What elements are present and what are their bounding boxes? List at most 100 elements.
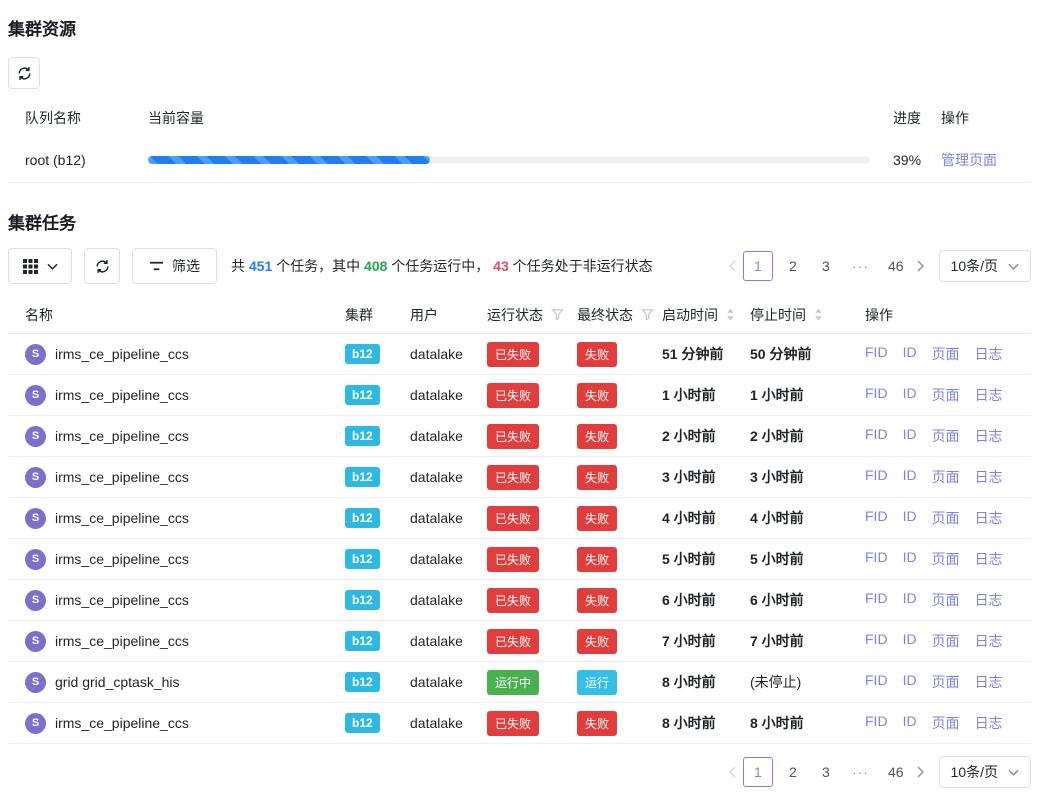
page-link[interactable]: 页面 (932, 672, 960, 692)
progress-bar (148, 156, 870, 164)
capacity-cell (148, 156, 879, 164)
summary-text: 个任务，其中 (272, 258, 364, 274)
next-page-button[interactable] (917, 766, 925, 778)
log-link[interactable]: 日志 (975, 713, 1003, 733)
log-link[interactable]: 日志 (975, 590, 1003, 610)
task-summary: 共 451 个任务，其中 408 个任务运行中， 43 个任务处于非运行状态 (231, 256, 653, 276)
log-link[interactable]: 日志 (975, 385, 1003, 405)
page-2-button[interactable]: 2 (780, 251, 806, 281)
start-time: 5 小时前 (662, 549, 750, 569)
page-size-select[interactable]: 10条/页 (939, 250, 1031, 282)
tasks-table-body: S irms_ce_pipeline_ccs b12 datalake 已失败 … (8, 334, 1031, 744)
page-3-button[interactable]: 3 (813, 251, 839, 281)
header-name: 名称 (8, 305, 345, 325)
page-link[interactable]: 页面 (932, 631, 960, 651)
log-link[interactable]: 日志 (975, 426, 1003, 446)
id-link[interactable]: ID (903, 508, 917, 528)
cluster-tag: b12 (345, 508, 380, 528)
task-name-cell: S irms_ce_pipeline_ccs (8, 426, 345, 447)
fid-link[interactable]: FID (865, 426, 888, 446)
manage-page-link[interactable]: 管理页面 (941, 152, 997, 168)
run-status-badge: 已失败 (487, 424, 539, 449)
id-link[interactable]: ID (903, 426, 917, 446)
sorter-icon[interactable] (726, 308, 735, 321)
fid-link[interactable]: FID (865, 385, 888, 405)
header-final-status: 最终状态 (577, 305, 662, 325)
avatar: S (25, 631, 46, 652)
page-46-button[interactable]: 46 (882, 757, 910, 787)
sorter-icon[interactable] (814, 308, 823, 321)
user-name: datalake (410, 428, 487, 444)
log-link[interactable]: 日志 (975, 344, 1003, 364)
id-link[interactable]: ID (903, 672, 917, 692)
fid-link[interactable]: FID (865, 549, 888, 569)
table-row: S irms_ce_pipeline_ccs b12 datalake 已失败 … (8, 539, 1031, 580)
page-ellipsis[interactable]: ··· (846, 757, 875, 787)
log-link[interactable]: 日志 (975, 631, 1003, 651)
page-1-button[interactable]: 1 (743, 757, 773, 787)
filter-funnel-icon[interactable] (641, 308, 654, 321)
row-actions: FID ID 页面 日志 (845, 713, 1031, 733)
page-link[interactable]: 页面 (932, 590, 960, 610)
run-status-badge: 已失败 (487, 465, 539, 490)
id-link[interactable]: ID (903, 713, 917, 733)
page-link[interactable]: 页面 (932, 549, 960, 569)
start-time: 4 小时前 (662, 508, 750, 528)
stop-time: 2 小时前 (750, 426, 845, 446)
id-link[interactable]: ID (903, 631, 917, 651)
page-link[interactable]: 页面 (932, 713, 960, 733)
id-link[interactable]: ID (903, 344, 917, 364)
id-link[interactable]: ID (903, 467, 917, 487)
start-time: 1 小时前 (662, 385, 750, 405)
id-link[interactable]: ID (903, 549, 917, 569)
fid-link[interactable]: FID (865, 508, 888, 528)
log-link[interactable]: 日志 (975, 672, 1003, 692)
prev-page-button[interactable] (728, 766, 736, 778)
page-46-button[interactable]: 46 (882, 251, 910, 281)
page-size-select[interactable]: 10条/页 (939, 756, 1031, 788)
page-3-button[interactable]: 3 (813, 757, 839, 787)
filter-funnel-icon[interactable] (551, 308, 564, 321)
tasks-table-header: 名称 集群 用户 运行状态 最终状态 启动时间 (8, 296, 1031, 334)
resources-refresh-button[interactable] (8, 57, 40, 89)
final-status-badge: 失败 (577, 506, 617, 531)
start-time: 8 小时前 (662, 672, 750, 692)
fid-link[interactable]: FID (865, 590, 888, 610)
id-link[interactable]: ID (903, 590, 917, 610)
page-1-button[interactable]: 1 (743, 251, 773, 281)
log-link[interactable]: 日志 (975, 549, 1003, 569)
start-time: 2 小时前 (662, 426, 750, 446)
page-ellipsis[interactable]: ··· (846, 251, 875, 281)
cluster-resources-section: 集群资源 队列名称 当前容量 进度 操作 root (b12) (8, 0, 1031, 183)
page-link[interactable]: 页面 (932, 344, 960, 364)
cluster-tag: b12 (345, 631, 380, 651)
page-link[interactable]: 页面 (932, 385, 960, 405)
progress-percent: 39% (879, 152, 941, 168)
header-stop-time-label: 停止时间 (750, 305, 806, 325)
run-status-badge: 已失败 (487, 383, 539, 408)
avatar: S (25, 467, 46, 488)
fid-link[interactable]: FID (865, 631, 888, 651)
task-name-cell: S irms_ce_pipeline_ccs (8, 385, 345, 406)
fid-link[interactable]: FID (865, 467, 888, 487)
next-page-button[interactable] (917, 260, 925, 272)
tasks-footer: 1 2 3 ··· 46 10条/页 (8, 756, 1031, 788)
table-row: S irms_ce_pipeline_ccs b12 datalake 已失败 … (8, 621, 1031, 662)
log-link[interactable]: 日志 (975, 467, 1003, 487)
user-name: datalake (410, 715, 487, 731)
page-link[interactable]: 页面 (932, 508, 960, 528)
page-link[interactable]: 页面 (932, 426, 960, 446)
page-2-button[interactable]: 2 (780, 757, 806, 787)
tasks-refresh-button[interactable] (84, 248, 120, 284)
prev-page-button[interactable] (728, 260, 736, 272)
filter-button[interactable]: 筛选 (132, 248, 217, 284)
task-name: irms_ce_pipeline_ccs (55, 633, 189, 649)
cluster-tag: b12 (345, 426, 380, 446)
fid-link[interactable]: FID (865, 344, 888, 364)
page-link[interactable]: 页面 (932, 467, 960, 487)
log-link[interactable]: 日志 (975, 508, 1003, 528)
column-settings-button[interactable] (8, 248, 72, 284)
id-link[interactable]: ID (903, 385, 917, 405)
fid-link[interactable]: FID (865, 713, 888, 733)
fid-link[interactable]: FID (865, 672, 888, 692)
